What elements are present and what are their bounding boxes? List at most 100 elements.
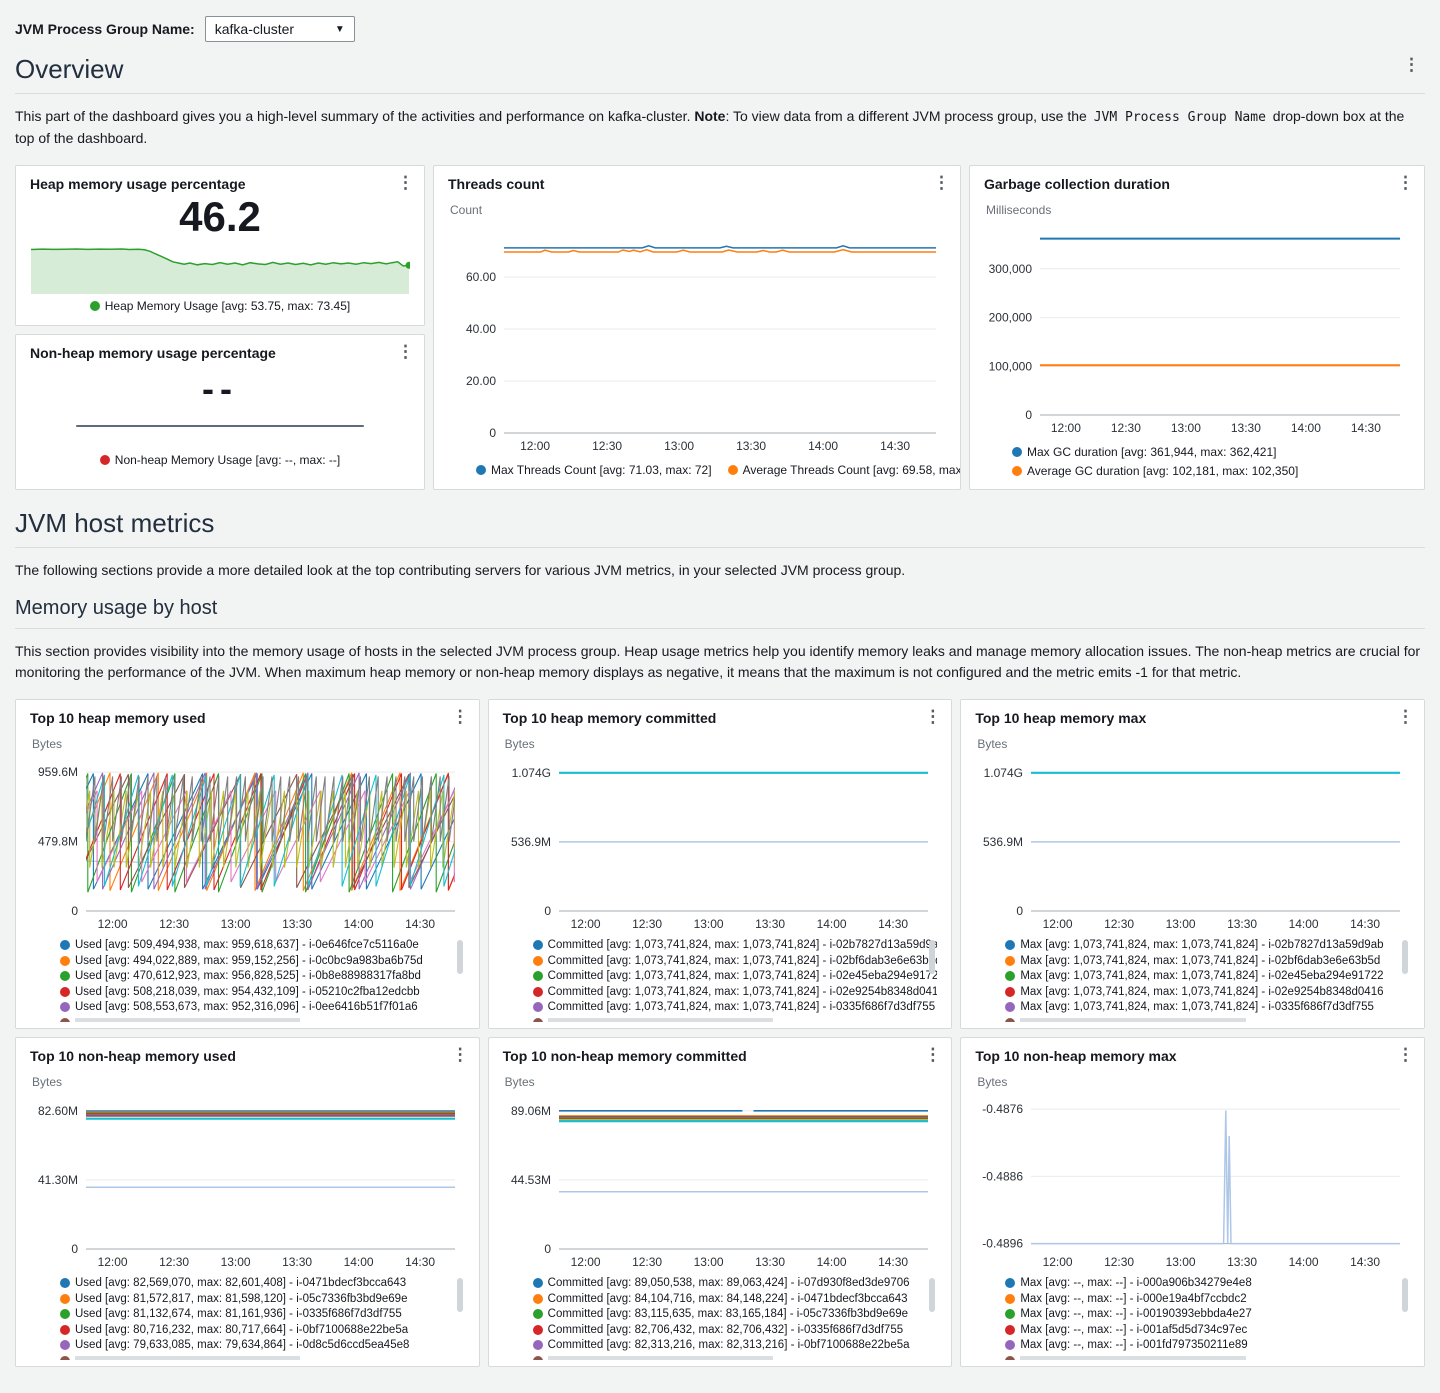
legend-color-dot: [1005, 956, 1015, 966]
svg-text:1.074G: 1.074G: [984, 765, 1023, 779]
legend-color-dot: [1005, 971, 1015, 981]
card-kebab-menu-button[interactable]: ⋮: [447, 706, 474, 727]
legend-color-dot: [1005, 1325, 1015, 1335]
host-metrics-heading: JVM host metrics: [15, 508, 1425, 539]
svg-text:13:30: 13:30: [1227, 917, 1257, 931]
legend-label: Max [avg: --, max: --] - i-001af5d5d734c…: [1020, 1324, 1247, 1336]
legend-color-dot: [60, 956, 70, 966]
legend-item: Used [avg: 80,716,232, max: 80,717,664] …: [60, 1322, 449, 1338]
svg-text:14:00: 14:00: [808, 439, 838, 453]
svg-text:-0.4896: -0.4896: [983, 1236, 1024, 1250]
legend-clipped-text: [548, 1356, 773, 1359]
legend-item: Committed [avg: 1,073,741,824, max: 1,07…: [533, 984, 922, 1000]
svg-text:14:00: 14:00: [1289, 917, 1319, 931]
chart-plot: 82.60M41.30M012:0012:3013:0013:3014:0014…: [30, 1091, 465, 1271]
card-title: Top 10 non-heap memory used: [30, 1048, 236, 1064]
svg-text:12:30: 12:30: [159, 917, 189, 931]
svg-text:13:30: 13:30: [1227, 1255, 1257, 1269]
legend-scrollbar[interactable]: [457, 940, 463, 974]
legend-scrollbar[interactable]: [929, 1278, 935, 1312]
legend-scrollbar[interactable]: [1402, 1278, 1408, 1312]
card-heap-memory-usage-percentage: Heap memory usage percentage ⋮ 46.2Heap …: [15, 165, 425, 326]
process-group-label: JVM Process Group Name:: [15, 21, 195, 37]
legend-color-dot: [533, 940, 543, 950]
legend-color-dot: [1005, 1002, 1015, 1012]
svg-text:14:30: 14:30: [405, 917, 435, 931]
legend-item: [533, 1353, 922, 1360]
legend-color-dot: [1005, 987, 1015, 997]
svg-text:14:00: 14:00: [1289, 1255, 1319, 1269]
overview-kebab-menu-button[interactable]: ⋮: [1398, 54, 1425, 75]
legend-item: Average GC duration [avg: 102,181, max: …: [1012, 464, 1410, 478]
svg-text:12:30: 12:30: [1111, 421, 1141, 435]
svg-text:1.074G: 1.074G: [511, 765, 550, 779]
svg-text:0: 0: [1025, 408, 1032, 422]
jvm-dashboard: JVM Process Group Name: kafka-cluster ▼ …: [0, 0, 1440, 1393]
card-kebab-menu-button[interactable]: ⋮: [447, 1044, 474, 1065]
legend-label: Committed [avg: 1,073,741,824, max: 1,07…: [548, 970, 938, 982]
process-group-dropdown[interactable]: kafka-cluster ▼: [205, 16, 355, 42]
legend-label: Committed [avg: 1,073,741,824, max: 1,07…: [548, 939, 938, 951]
legend-label: Max [avg: --, max: --] - i-00190393ebbda…: [1020, 1308, 1251, 1320]
svg-text:12:00: 12:00: [570, 1255, 600, 1269]
card-kebab-menu-button[interactable]: ⋮: [1392, 172, 1419, 193]
card-title: Top 10 heap memory used: [30, 710, 206, 726]
svg-text:300,000: 300,000: [989, 261, 1033, 275]
legend-item: [1005, 1015, 1394, 1022]
svg-text:12:30: 12:30: [1104, 1255, 1134, 1269]
heap-usage-percentage-chart: 46.2 Heap Memory Usage [avg: 53.75, max: …: [30, 195, 410, 313]
big-value: --: [30, 370, 410, 408]
legend-label: Max GC duration [avg: 361,944, max: 362,…: [1027, 445, 1276, 459]
legend-label: Used [avg: 81,572,817, max: 81,598,120] …: [75, 1293, 407, 1305]
overview-section-header: Overview ⋮: [15, 54, 1425, 94]
chart-legend: Max Threads Count [avg: 71.03, max: 72]A…: [476, 463, 946, 477]
card-kebab-menu-button[interactable]: ⋮: [392, 172, 419, 193]
chart-legend: Heap Memory Usage [avg: 53.75, max: 73.4…: [30, 299, 410, 313]
legend-clipped-text: [75, 1356, 300, 1359]
legend-label: Used [avg: 80,716,232, max: 80,717,664] …: [75, 1324, 408, 1336]
legend-item: Used [avg: 81,132,674, max: 81,161,936] …: [60, 1307, 449, 1323]
card-kebab-menu-button[interactable]: ⋮: [392, 341, 419, 362]
big-value: 46.2: [30, 195, 410, 239]
legend-label: Used [avg: 508,218,039, max: 954,432,109…: [75, 986, 420, 998]
legend-item: Average Threads Count [avg: 69.58, max: …: [728, 463, 961, 477]
legend-scrollbar[interactable]: [929, 940, 935, 974]
legend-label: Max [avg: 1,073,741,824, max: 1,073,741,…: [1020, 986, 1383, 998]
card-title: Top 10 heap memory max: [975, 710, 1146, 726]
axis-unit-label: Bytes: [32, 1075, 465, 1089]
chart-plot: 300,000200,000100,000012:0012:3013:0013:…: [984, 219, 1410, 437]
card-kebab-menu-button[interactable]: ⋮: [919, 1044, 946, 1065]
legend-label: Used [avg: 82,569,070, max: 82,601,408] …: [75, 1277, 406, 1289]
chart-legend: Committed [avg: 89,050,538, max: 89,063,…: [533, 1276, 938, 1360]
legend-color-dot: [1012, 466, 1022, 476]
legend-color-dot: [533, 1294, 543, 1304]
svg-text:13:00: 13:00: [693, 1255, 723, 1269]
legend-color-dot: [533, 1340, 543, 1350]
svg-text:44.53M: 44.53M: [511, 1172, 551, 1186]
svg-text:0: 0: [1017, 904, 1024, 918]
card-top10-nonheap-memory-max: Top 10 non-heap memory max ⋮ Bytes-0.487…: [960, 1037, 1425, 1367]
overview-description: This part of the dashboard gives you a h…: [15, 106, 1425, 149]
legend-clipped-text: [1020, 1018, 1245, 1021]
top10-heap-max-chart: Bytes1.074G536.9M012:0012:3013:0013:3014…: [975, 737, 1410, 1022]
overview-heading: Overview: [15, 54, 1425, 85]
legend-scrollbar[interactable]: [1402, 940, 1408, 974]
legend-label: Committed [avg: 82,706,432, max: 82,706,…: [548, 1324, 903, 1336]
chart-legend: Non-heap Memory Usage [avg: --, max: --]: [30, 453, 410, 467]
legend-item: [60, 1015, 449, 1022]
svg-text:12:00: 12:00: [98, 917, 128, 931]
legend-color-dot: [90, 301, 100, 311]
card-kebab-menu-button[interactable]: ⋮: [928, 172, 955, 193]
card-kebab-menu-button[interactable]: ⋮: [919, 706, 946, 727]
chart-plot: 959.6M479.8M012:0012:3013:0013:3014:0014…: [30, 753, 465, 933]
card-kebab-menu-button[interactable]: ⋮: [1392, 1044, 1419, 1065]
legend-color-dot: [1005, 1278, 1015, 1288]
svg-text:12:00: 12:00: [570, 917, 600, 931]
overview-cards-row: Heap memory usage percentage ⋮ 46.2Heap …: [15, 165, 1425, 490]
card-kebab-menu-button[interactable]: ⋮: [1392, 706, 1419, 727]
legend-color-dot: [533, 1356, 543, 1360]
legend-scrollbar[interactable]: [457, 1278, 463, 1312]
chart-legend: Used [avg: 82,569,070, max: 82,601,408] …: [60, 1276, 465, 1360]
legend-color-dot: [533, 1325, 543, 1335]
legend-label: Max [avg: 1,073,741,824, max: 1,073,741,…: [1020, 970, 1383, 982]
